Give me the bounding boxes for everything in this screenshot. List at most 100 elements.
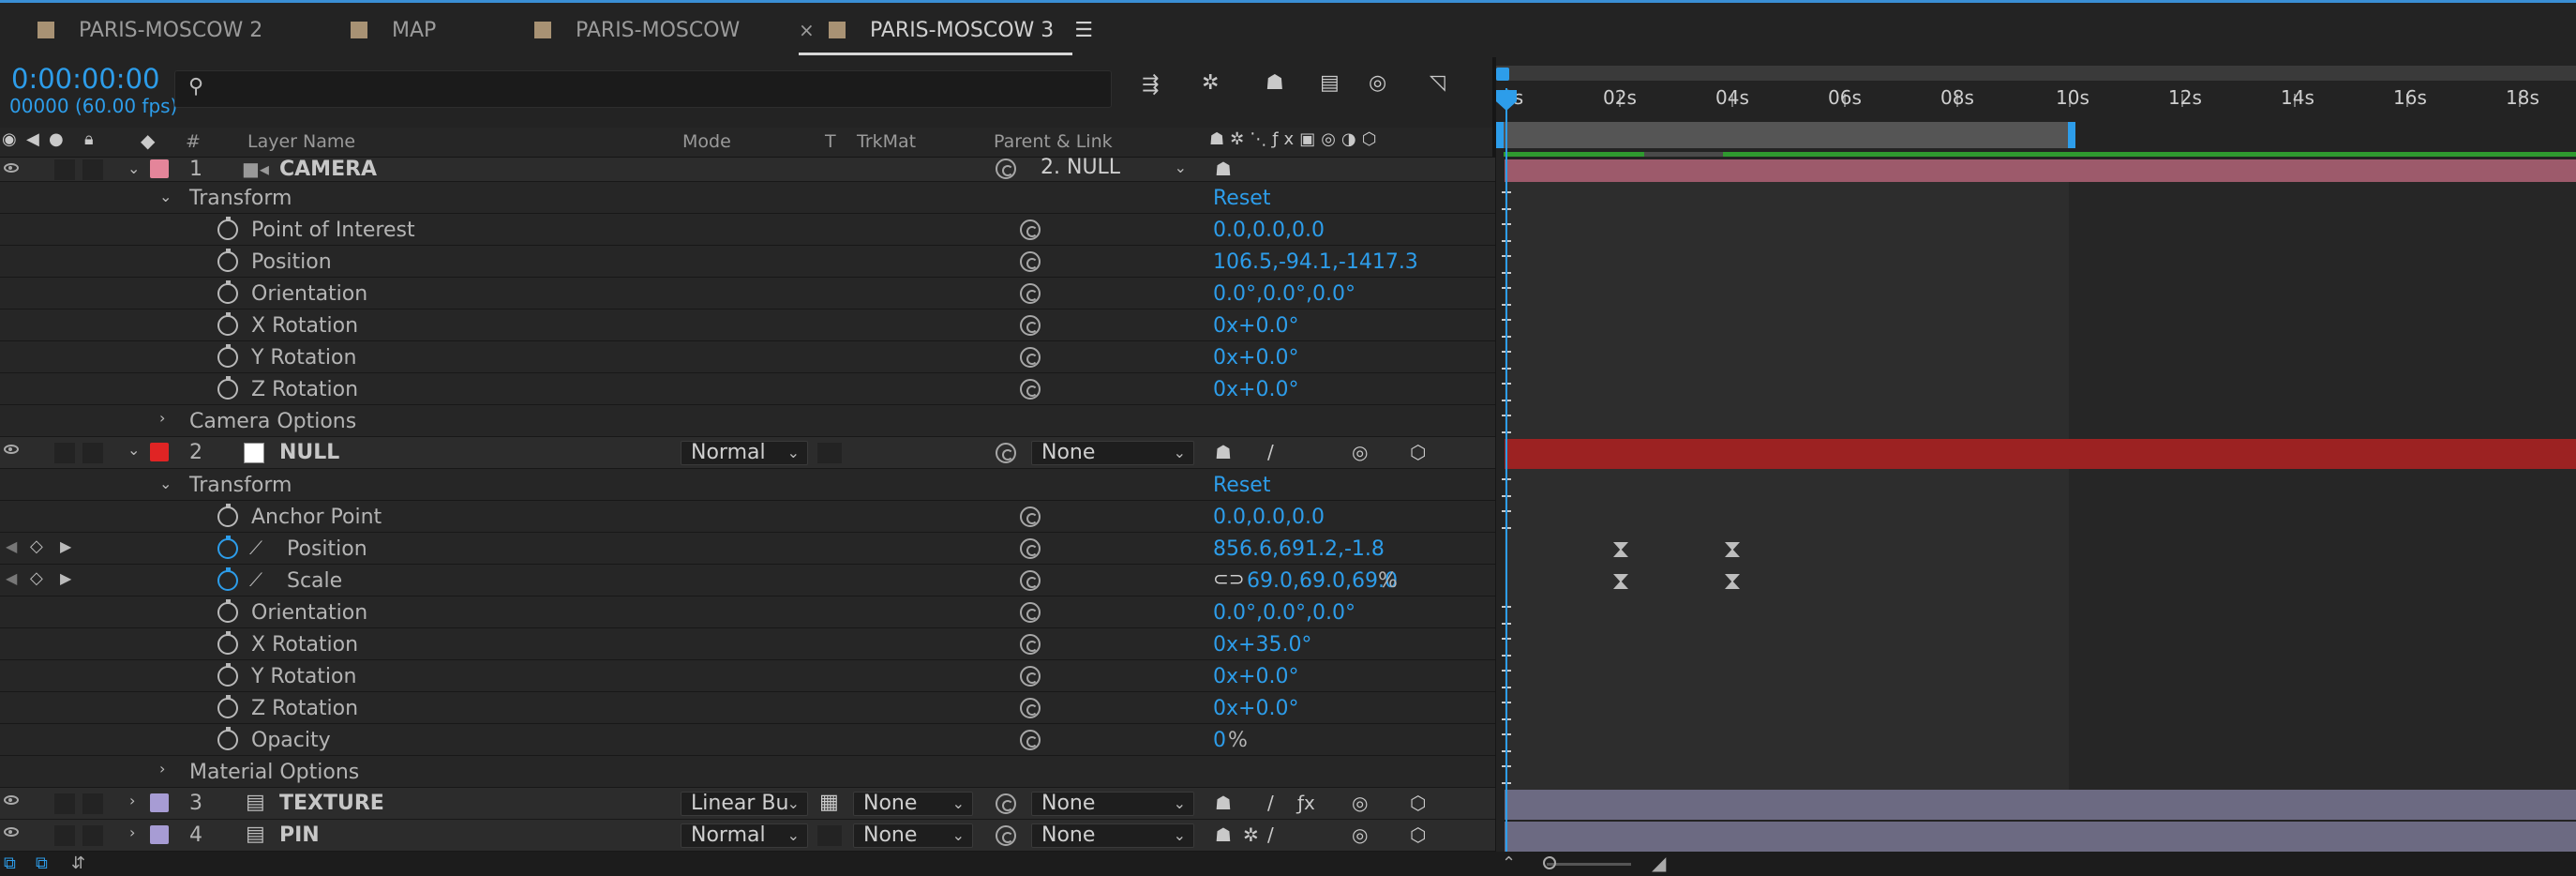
reset-link[interactable]: Reset <box>1213 474 1270 497</box>
parent-dropdown[interactable]: None ⌄ <box>1031 792 1194 816</box>
lock-icon[interactable]: 🔒︎ <box>84 129 94 149</box>
chevron-right-icon[interactable]: › <box>159 760 165 778</box>
property-value[interactable]: 0x+0.0° <box>1213 314 1298 338</box>
effects-fx-icon[interactable]: ƒx <box>1297 792 1315 814</box>
switches-icons[interactable]: ☗✲⋱ƒx▣◎◑⬡ <box>1209 129 1382 149</box>
zoom-slider[interactable] <box>1547 863 1631 866</box>
pickwhip-icon[interactable] <box>1020 347 1041 368</box>
tab-map[interactable]: MAP <box>351 3 436 57</box>
chevron-down-icon[interactable]: ⌄ <box>127 441 140 459</box>
property-value[interactable]: 0.0,0.0,0.0 <box>1213 219 1325 242</box>
shy-switch-icon[interactable]: ☗ <box>1215 441 1232 463</box>
visibility-eye-icon[interactable] <box>4 827 19 837</box>
zoom-in-icon[interactable]: ◢ <box>1652 852 1666 874</box>
3d-layer-icon[interactable]: ⬡ <box>1410 441 1426 463</box>
work-area-start-handle[interactable] <box>1496 122 1504 148</box>
add-keyframe-icon[interactable]: ◇ <box>30 536 43 556</box>
next-keyframe-icon[interactable]: ▶ <box>60 537 71 555</box>
tab-menu-icon[interactable]: ☰ <box>1074 19 1093 42</box>
layer-row-null[interactable]: ⌄ 2 NULL Normal ⌄ None ⌄ ☗ / ◎ ⬡ <box>0 437 1495 469</box>
work-area-end-handle[interactable] <box>2068 122 2075 148</box>
layer-row-camera[interactable]: ⌄ 1 ■◂ CAMERA 2. NULL ⌄ ☗ <box>0 158 1495 182</box>
stopwatch-icon[interactable] <box>217 536 238 559</box>
solo-switch[interactable] <box>54 793 75 814</box>
pickwhip-icon[interactable] <box>1020 379 1041 400</box>
pickwhip-icon[interactable] <box>1020 538 1041 559</box>
stopwatch-icon[interactable] <box>217 695 238 718</box>
video-eye-icon[interactable]: ◉ <box>2 129 17 149</box>
stopwatch-icon[interactable] <box>217 727 238 750</box>
current-time-indicator[interactable] <box>1505 88 1507 876</box>
adjustment-switch-icon[interactable]: ◎ <box>1352 823 1368 846</box>
prev-keyframe-icon[interactable]: ◀ <box>6 569 17 587</box>
visibility-eye-icon[interactable] <box>4 445 19 454</box>
property-row-y-rotation[interactable]: Y Rotation 0x+0.0° <box>0 660 1495 692</box>
preserve-transparency-switch[interactable] <box>817 443 842 463</box>
property-row-anchor-point[interactable]: Anchor Point 0.0,0.0,0.0 <box>0 501 1495 533</box>
quality-switch-icon[interactable]: / <box>1267 823 1274 846</box>
transform-group-row[interactable]: ⌄ Transform Reset <box>0 182 1495 214</box>
search-input[interactable]: ⚲ <box>174 70 1112 108</box>
chevron-down-icon[interactable]: ⌄ <box>159 475 172 492</box>
preserve-transparency-switch[interactable] <box>817 825 842 846</box>
pickwhip-icon[interactable] <box>1020 602 1041 623</box>
close-icon[interactable]: × <box>799 3 815 57</box>
time-navigator-bar[interactable] <box>1496 66 2576 81</box>
property-row-y-rotation[interactable]: Y Rotation 0x+0.0° <box>0 341 1495 373</box>
property-row-orientation[interactable]: Orientation 0.0°,0.0°,0.0° <box>0 278 1495 310</box>
solo-switch[interactable] <box>54 159 75 180</box>
stopwatch-icon[interactable] <box>217 249 238 272</box>
pickwhip-icon[interactable] <box>996 443 1016 463</box>
pickwhip-icon[interactable] <box>996 825 1016 846</box>
column-layer-name[interactable]: Layer Name <box>247 131 355 152</box>
frame-blending-icon[interactable]: ▤ <box>1320 71 1340 95</box>
audio-icon[interactable]: ◀ <box>26 129 39 149</box>
quality-switch-icon[interactable]: / <box>1267 792 1274 814</box>
material-options-row[interactable]: › Material Options <box>0 756 1495 788</box>
property-row-position[interactable]: ◀ ◇ ▶ ⟋ Position 856.6,691.2,-1.8 <box>0 533 1495 565</box>
tab-paris-moscow[interactable]: PARIS-MOSCOW <box>534 3 740 57</box>
preserve-transparency-checkerboard-icon[interactable]: ▦ <box>819 791 839 814</box>
shy-layers-icon[interactable]: ☗ <box>1266 71 1284 95</box>
pickwhip-icon[interactable] <box>1020 315 1041 336</box>
property-row-opacity[interactable]: Opacity 0 % <box>0 724 1495 756</box>
column-t[interactable]: T <box>825 131 836 152</box>
stopwatch-icon[interactable] <box>217 567 238 591</box>
stopwatch-icon[interactable] <box>217 280 238 304</box>
transform-group-row[interactable]: ⌄ Transform Reset <box>0 469 1495 501</box>
stopwatch-icon[interactable] <box>217 504 238 527</box>
reset-link[interactable]: Reset <box>1213 187 1270 210</box>
camera-layer-bar[interactable] <box>1505 159 2576 182</box>
texture-layer-bar[interactable] <box>1505 790 2576 820</box>
property-row-z-rotation[interactable]: Z Rotation 0x+0.0° <box>0 373 1495 405</box>
property-value[interactable]: 0.0°,0.0°,0.0° <box>1213 282 1355 306</box>
pickwhip-icon[interactable] <box>1020 730 1041 750</box>
lock-switch[interactable] <box>82 159 103 180</box>
parent-dropdown[interactable]: 2. NULL ⌄ <box>1031 158 1194 180</box>
property-row-z-rotation[interactable]: Z Rotation 0x+0.0° <box>0 692 1495 724</box>
adjustment-switch-icon[interactable]: ◎ <box>1352 441 1368 463</box>
property-value[interactable]: 69.0,69.0,69.0 <box>1247 569 1398 593</box>
zoom-out-icon[interactable]: ⌃ <box>1502 853 1516 873</box>
property-value[interactable]: 0x+0.0° <box>1213 378 1298 401</box>
trkmat-dropdown[interactable]: None ⌄ <box>853 823 973 848</box>
add-keyframe-icon[interactable]: ◇ <box>30 568 43 588</box>
solo-icon[interactable]: ● <box>49 129 64 149</box>
motion-blur-icon[interactable]: ◎ <box>1369 71 1386 95</box>
stopwatch-icon[interactable] <box>217 376 238 400</box>
label-tag-icon[interactable]: ◆ <box>141 129 155 152</box>
parent-dropdown[interactable]: None ⌄ <box>1031 823 1194 848</box>
parent-dropdown[interactable]: None ⌄ <box>1031 441 1194 465</box>
layer-name[interactable]: TEXTURE <box>279 792 384 815</box>
chevron-right-icon[interactable]: › <box>129 823 135 841</box>
zoom-slider-handle[interactable] <box>1543 856 1556 869</box>
in-out-toggle-icon[interactable]: ⇵ <box>71 853 85 873</box>
stopwatch-icon[interactable] <box>217 599 238 623</box>
graph-icon[interactable]: ⟋ <box>249 568 262 591</box>
work-area-bar[interactable] <box>1496 122 2074 148</box>
mode-dropdown[interactable]: Linear Bu ⌄ <box>681 792 808 816</box>
quality-switch-icon[interactable]: / <box>1267 441 1274 463</box>
property-value[interactable]: 0.0,0.0,0.0 <box>1213 506 1325 529</box>
property-row-point-of-interest[interactable]: Point of Interest 0.0,0.0,0.0 <box>0 214 1495 246</box>
transfer-controls-toggle-icon[interactable]: ⧉ <box>36 853 48 873</box>
